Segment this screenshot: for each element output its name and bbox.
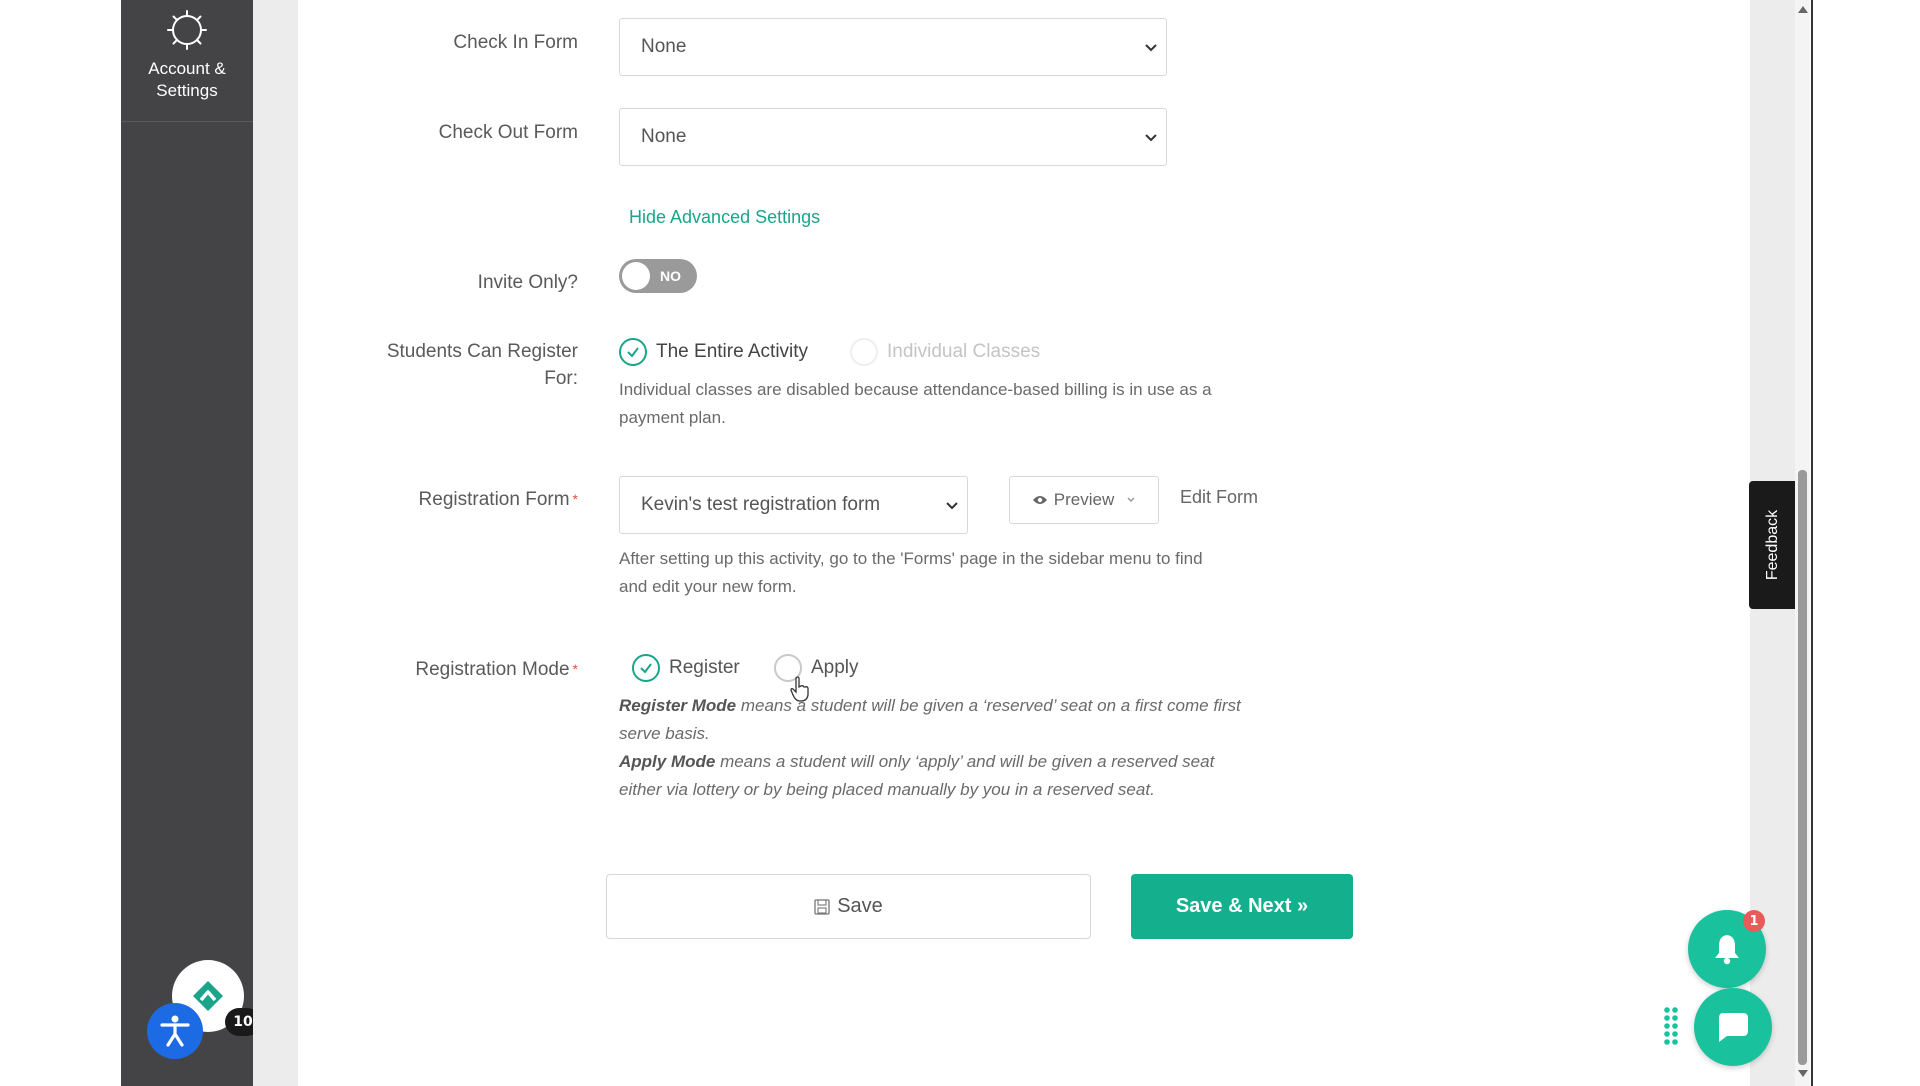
gear-icon <box>167 10 207 50</box>
check-in-form-value: None <box>641 36 687 57</box>
registration-form-label: Registration Form * <box>418 489 578 510</box>
bell-icon <box>1715 935 1739 965</box>
feedback-tab[interactable]: Feedback <box>1749 481 1796 609</box>
page-margin-right <box>1813 0 1920 1080</box>
save-button-label: Save <box>837 895 883 917</box>
content-gutter-left <box>253 0 298 1086</box>
register-for-help-text: Individual classes are disabled because … <box>619 380 1212 427</box>
save-button[interactable]: Save <box>606 874 1091 939</box>
radio-label: Apply <box>811 657 859 678</box>
radio-label: The Entire Activity <box>656 341 809 362</box>
chevron-down-icon <box>1145 134 1157 142</box>
scrollbar-thumb[interactable] <box>1798 470 1807 1065</box>
save-and-next-button[interactable]: Save & Next » <box>1131 874 1353 939</box>
check-in-form-select[interactable]: None <box>619 18 1167 76</box>
notification-badge: 1 <box>1743 910 1765 932</box>
drag-handle-icon[interactable] <box>1663 1006 1679 1048</box>
chat-bubble-icon <box>1719 1013 1748 1042</box>
register-for-label: Students Can Register For: <box>386 341 578 389</box>
invite-only-label: Invite Only? <box>477 272 578 293</box>
sidebar-item-account-settings[interactable]: Account & Settings <box>121 0 253 122</box>
toggle-knob <box>622 262 650 290</box>
eye-icon <box>1032 496 1047 504</box>
toggle-state-text: NO <box>660 268 681 284</box>
radio-apply[interactable]: Apply <box>774 654 859 682</box>
preview-button[interactable]: Preview <box>1009 476 1159 524</box>
registration-form-select[interactable]: Kevin's test registration form <box>619 476 968 534</box>
sidebar: Account & Settings 10 <box>121 0 261 1086</box>
check-in-form-label: Check In Form <box>453 32 578 53</box>
feedback-label: Feedback <box>1763 509 1781 581</box>
registration-form-value: Kevin's test registration form <box>641 494 881 515</box>
scroll-down-arrow-icon[interactable] <box>1798 1070 1808 1077</box>
hide-advanced-settings-link[interactable]: Hide Advanced Settings <box>629 207 820 228</box>
registration-mode-label: Registration Mode * <box>415 659 578 680</box>
check-out-form-select[interactable]: None <box>619 108 1167 166</box>
check-out-form-value: None <box>641 126 687 147</box>
radio-unchecked-icon <box>850 338 878 366</box>
chevron-down-icon <box>1145 44 1157 52</box>
radio-checked-icon <box>632 654 660 682</box>
edit-form-link[interactable]: Edit Form <box>1180 487 1258 508</box>
floppy-disk-icon <box>814 898 830 915</box>
check-out-form-label: Check Out Form <box>438 122 578 143</box>
radio-entire-activity[interactable]: The Entire Activity <box>619 338 808 366</box>
app-logo-icon <box>193 981 223 1011</box>
chevron-down-icon <box>1127 497 1135 503</box>
radio-register[interactable]: Register <box>632 654 740 682</box>
chevron-down-icon <box>946 502 958 510</box>
page-margin-left <box>0 0 121 1080</box>
radio-checked-icon <box>619 338 647 366</box>
accessibility-icon <box>160 1015 190 1047</box>
invite-only-toggle[interactable]: NO <box>619 259 697 293</box>
sidebar-item-label: Account & Settings <box>148 59 226 100</box>
radio-individual-classes: Individual Classes <box>850 338 1040 366</box>
accessibility-button[interactable] <box>147 1003 203 1059</box>
registration-form-help-text: After setting up this activity, go to th… <box>619 549 1203 596</box>
preview-button-label: Preview <box>1053 490 1115 509</box>
radio-label: Individual Classes <box>887 341 1041 362</box>
chat-button[interactable] <box>1694 988 1772 1066</box>
radio-label: Register <box>669 657 740 678</box>
scroll-up-arrow-icon[interactable] <box>1798 6 1808 13</box>
registration-mode-help-text: Register Mode means a student will be gi… <box>619 696 1241 799</box>
